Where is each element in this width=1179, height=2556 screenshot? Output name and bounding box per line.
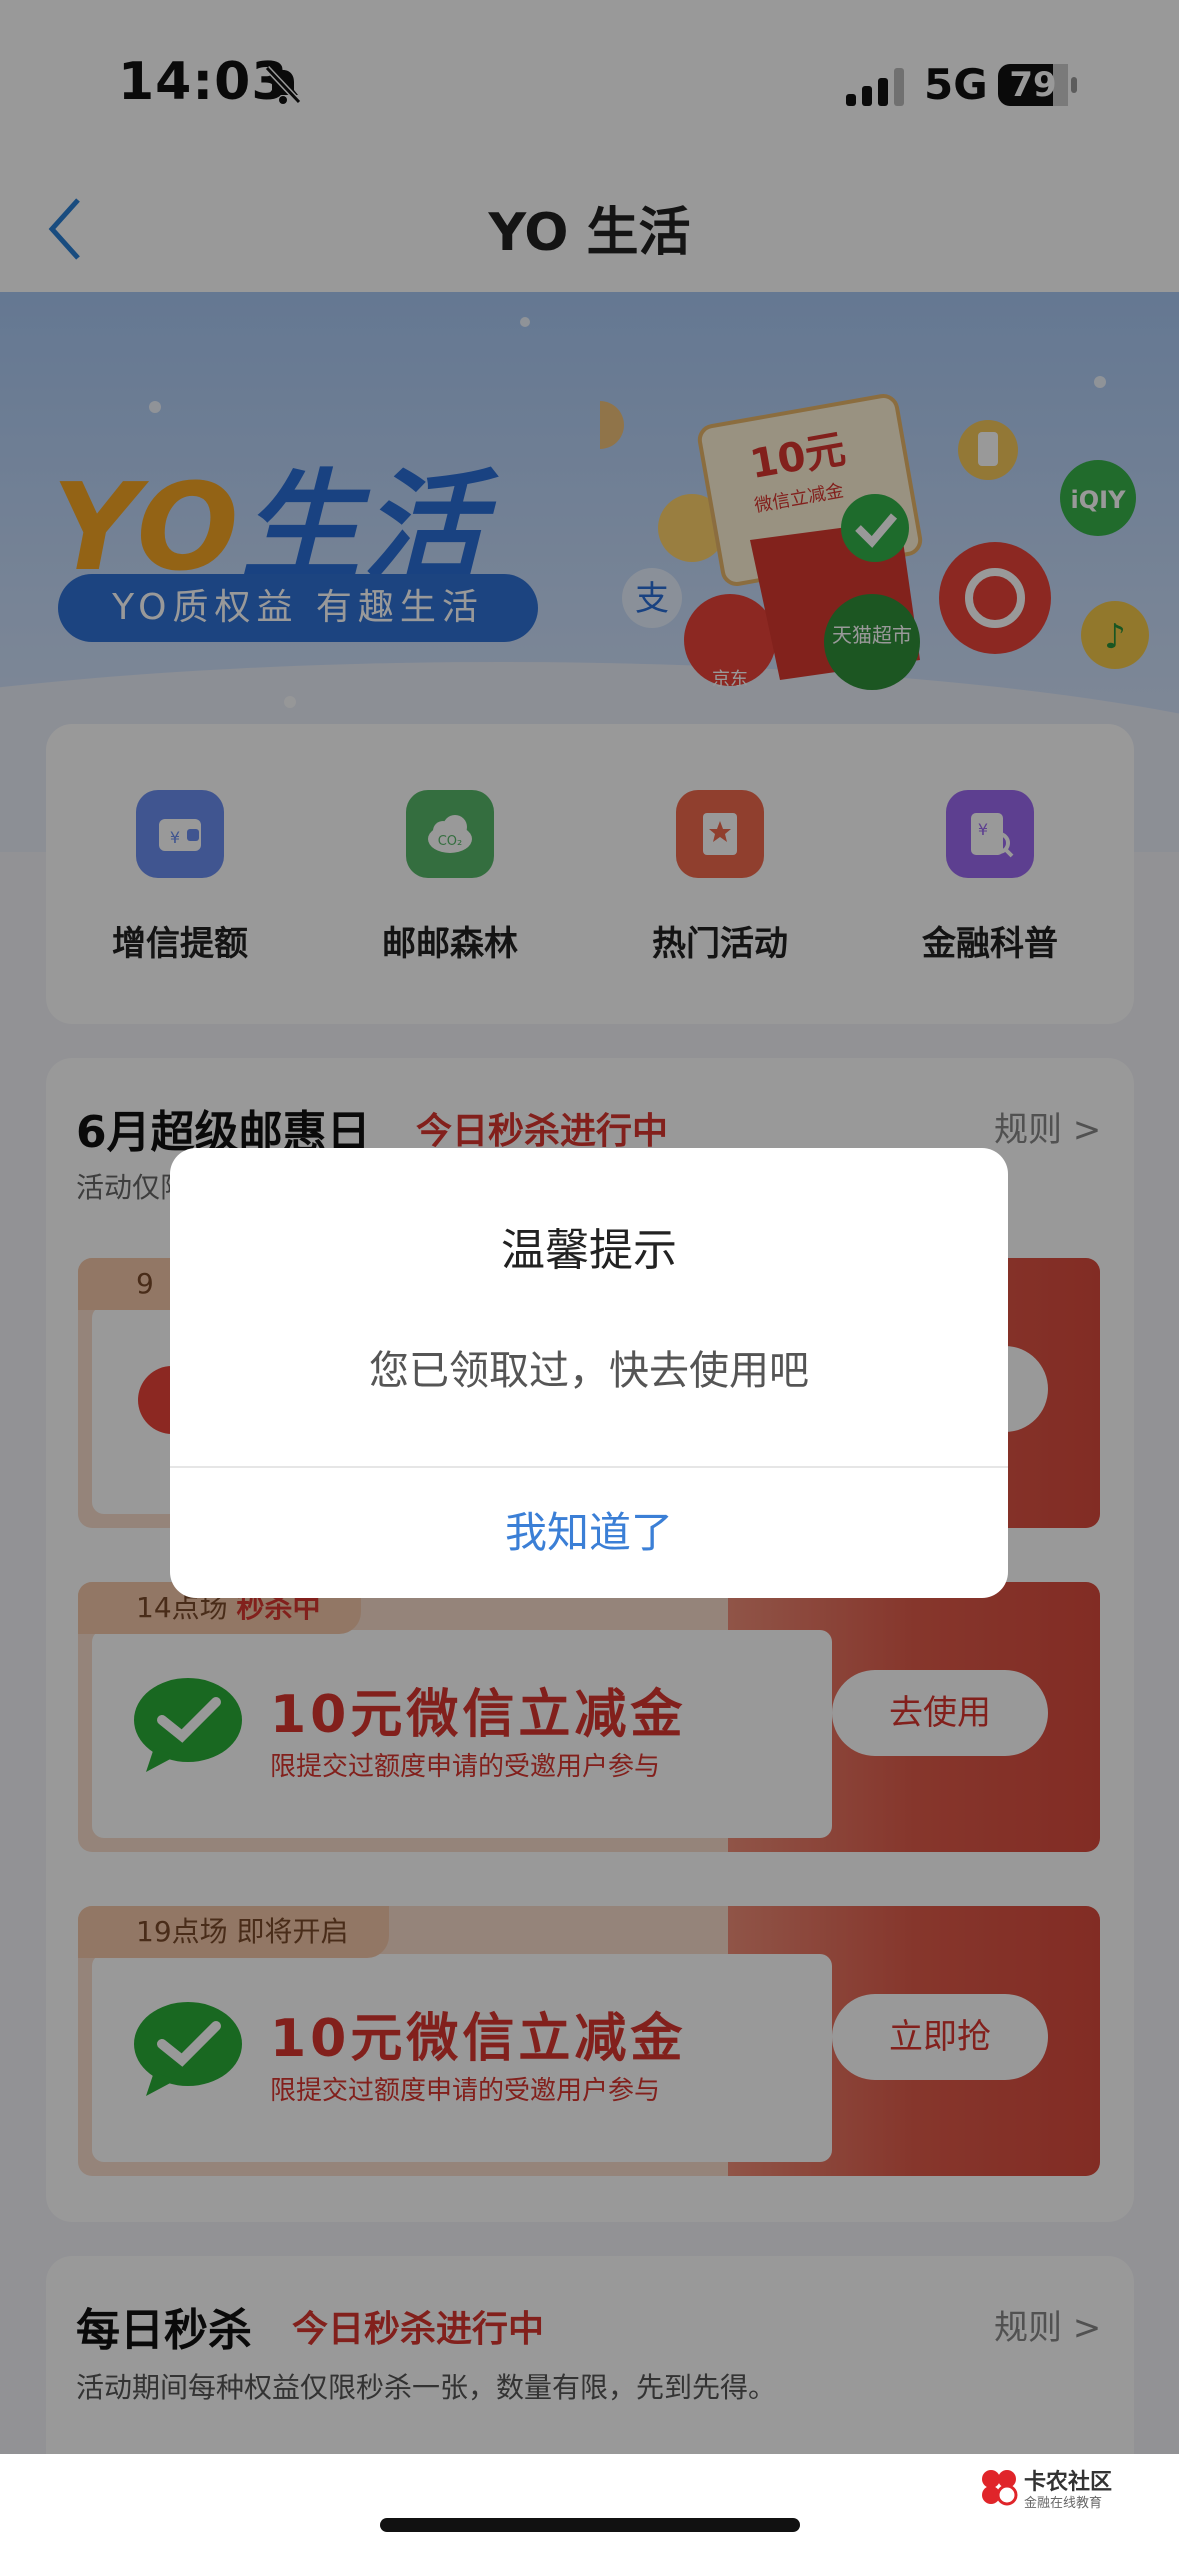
watermark-logo-icon <box>982 2470 1018 2506</box>
dialog-title: 温馨提示 <box>501 1225 677 1276</box>
dialog-message: 您已领取过，快去使用吧 <box>369 1348 809 1394</box>
watermark: 卡农社区 金融在线教育 <box>980 2464 1140 2514</box>
home-indicator[interactable] <box>380 2518 800 2532</box>
dialog-ok-button[interactable]: 我知道了 <box>170 1468 1008 1598</box>
alert-dialog: 温馨提示 您已领取过，快去使用吧 我知道了 <box>170 1148 1008 1598</box>
